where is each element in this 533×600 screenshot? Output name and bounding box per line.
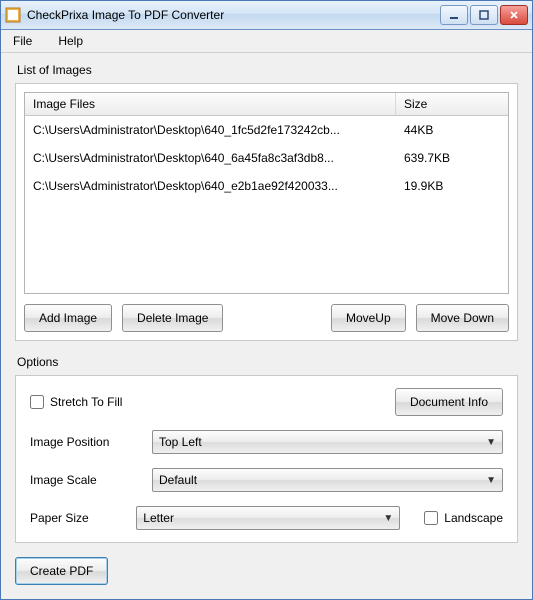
image-position-label: Image Position xyxy=(30,435,140,449)
combo-value: Top Left xyxy=(159,435,202,449)
footer: Create PDF xyxy=(1,547,532,599)
stretch-label: Stretch To Fill xyxy=(50,395,122,409)
list-button-row: Add Image Delete Image MoveUp Move Down xyxy=(24,304,509,332)
table-row[interactable]: C:\Users\Administrator\Desktop\640_e2b1a… xyxy=(25,172,508,200)
menu-help[interactable]: Help xyxy=(54,32,87,50)
paper-size-row: Paper Size Letter ▼ Landscape xyxy=(30,506,503,530)
cell-file: C:\Users\Administrator\Desktop\640_e2b1a… xyxy=(25,175,396,197)
stretch-checkbox-input[interactable] xyxy=(30,395,44,409)
window-controls xyxy=(440,5,528,25)
cell-size: 44KB xyxy=(396,119,508,141)
landscape-checkbox-input[interactable] xyxy=(424,511,438,525)
app-window: CheckPrixa Image To PDF Converter File H… xyxy=(0,0,533,600)
paper-size-label: Paper Size xyxy=(30,511,124,525)
stretch-checkbox[interactable]: Stretch To Fill xyxy=(30,395,122,409)
options-area: Stretch To Fill Document Info Image Posi… xyxy=(24,384,509,534)
table-row[interactable]: C:\Users\Administrator\Desktop\640_6a45f… xyxy=(25,144,508,172)
landscape-label: Landscape xyxy=(444,511,503,525)
image-scale-row: Image Scale Default ▼ xyxy=(30,468,503,492)
column-header-size[interactable]: Size xyxy=(396,93,508,115)
chevron-down-icon: ▼ xyxy=(383,513,393,524)
move-down-button[interactable]: Move Down xyxy=(416,304,509,332)
titlebar: CheckPrixa Image To PDF Converter xyxy=(1,1,532,30)
menu-file[interactable]: File xyxy=(9,32,36,50)
landscape-checkbox[interactable]: Landscape xyxy=(424,511,503,525)
maximize-button[interactable] xyxy=(470,5,498,25)
cell-file: C:\Users\Administrator\Desktop\640_1fc5d… xyxy=(25,119,396,141)
cell-file: C:\Users\Administrator\Desktop\640_6a45f… xyxy=(25,147,396,169)
spacer xyxy=(233,304,321,332)
chevron-down-icon: ▼ xyxy=(486,437,496,448)
list-group: Image Files Size C:\Users\Administrator\… xyxy=(15,83,518,341)
window-title: CheckPrixa Image To PDF Converter xyxy=(27,8,440,22)
client-area: List of Images Image Files Size C:\Users… xyxy=(1,53,532,547)
cell-size: 639.7KB xyxy=(396,147,508,169)
combo-value: Letter xyxy=(143,511,174,525)
image-position-row: Image Position Top Left ▼ xyxy=(30,430,503,454)
cell-size: 19.9KB xyxy=(396,175,508,197)
options-section-label: Options xyxy=(17,355,518,369)
add-image-button[interactable]: Add Image xyxy=(24,304,112,332)
document-info-button[interactable]: Document Info xyxy=(395,388,503,416)
app-icon xyxy=(5,7,21,23)
image-list[interactable]: Image Files Size C:\Users\Administrator\… xyxy=(24,92,509,294)
minimize-button[interactable] xyxy=(440,5,468,25)
image-position-combo[interactable]: Top Left ▼ xyxy=(152,430,503,454)
list-header: Image Files Size xyxy=(25,93,508,116)
options-group: Stretch To Fill Document Info Image Posi… xyxy=(15,375,518,543)
delete-image-button[interactable]: Delete Image xyxy=(122,304,223,332)
menubar: File Help xyxy=(1,30,532,53)
list-section-label: List of Images xyxy=(17,63,518,77)
image-scale-label: Image Scale xyxy=(30,473,140,487)
column-header-file[interactable]: Image Files xyxy=(25,93,396,115)
table-row[interactable]: C:\Users\Administrator\Desktop\640_1fc5d… xyxy=(25,116,508,144)
chevron-down-icon: ▼ xyxy=(486,475,496,486)
stretch-row: Stretch To Fill Document Info xyxy=(30,388,503,416)
create-pdf-button[interactable]: Create PDF xyxy=(15,557,108,585)
close-button[interactable] xyxy=(500,5,528,25)
combo-value: Default xyxy=(159,473,197,487)
paper-size-combo[interactable]: Letter ▼ xyxy=(136,506,400,530)
move-up-button[interactable]: MoveUp xyxy=(331,304,406,332)
image-scale-combo[interactable]: Default ▼ xyxy=(152,468,503,492)
